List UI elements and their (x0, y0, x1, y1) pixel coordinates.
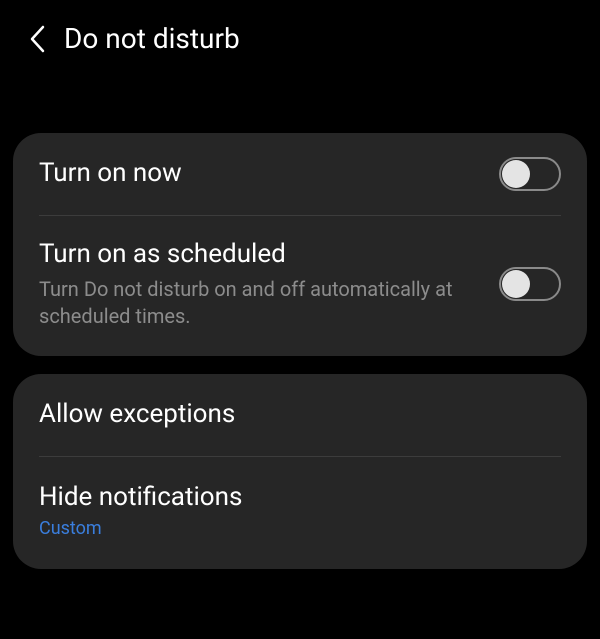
scheduled-toggle[interactable] (499, 267, 561, 301)
row-text: Allow exceptions (39, 398, 561, 432)
row-text: Turn on as scheduled Turn Do not disturb… (39, 238, 499, 330)
row-hide-notifications[interactable]: Hide notifications Custom (13, 457, 587, 570)
back-icon[interactable] (28, 24, 46, 54)
settings-card-2: Allow exceptions Hide notifications Cust… (13, 374, 587, 570)
turn-on-now-toggle[interactable] (499, 157, 561, 191)
row-turn-on-scheduled[interactable]: Turn on as scheduled Turn Do not disturb… (13, 216, 587, 356)
scheduled-label: Turn on as scheduled (39, 238, 479, 272)
turn-on-now-label: Turn on now (39, 157, 479, 191)
settings-card-1: Turn on now Turn on as scheduled Turn Do… (13, 133, 587, 356)
row-text: Hide notifications Custom (39, 481, 561, 540)
allow-exceptions-label: Allow exceptions (39, 398, 541, 432)
toggle-knob (502, 160, 530, 188)
toggle-knob (502, 270, 530, 298)
row-allow-exceptions[interactable]: Allow exceptions (13, 374, 587, 456)
row-text: Turn on now (39, 157, 499, 191)
page-title: Do not disturb (64, 22, 240, 55)
row-turn-on-now[interactable]: Turn on now (13, 133, 587, 215)
hide-notifications-value: Custom (39, 518, 541, 539)
header: Do not disturb (0, 0, 600, 73)
scheduled-sublabel: Turn Do not disturb on and off automatic… (39, 276, 479, 330)
hide-notifications-label: Hide notifications (39, 481, 541, 515)
